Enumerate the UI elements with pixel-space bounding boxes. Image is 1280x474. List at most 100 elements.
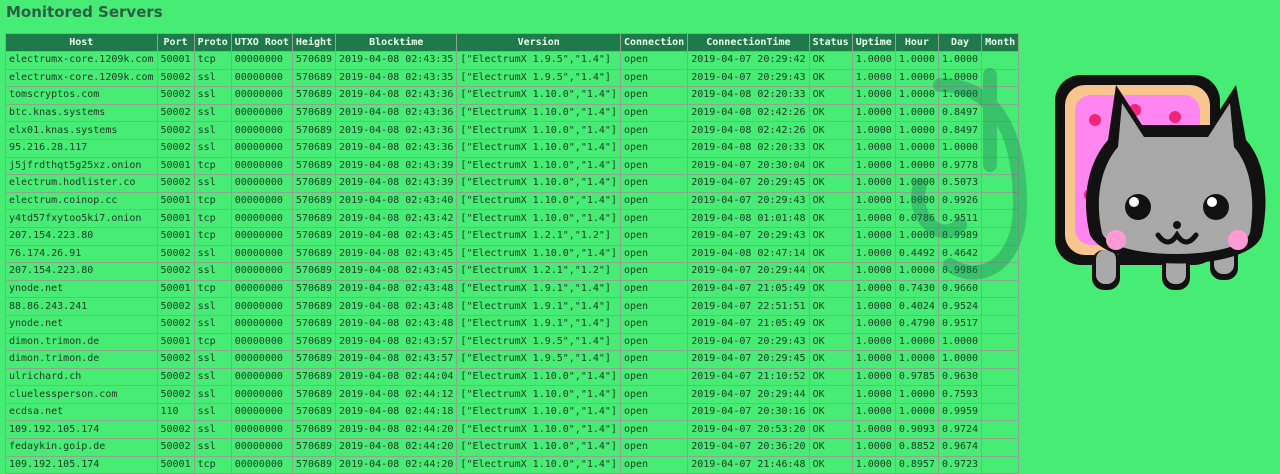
- cell-day: 0.7593: [937, 385, 983, 404]
- column-header-height[interactable]: Height: [291, 33, 337, 52]
- column-header-day[interactable]: Day: [937, 33, 983, 52]
- cell-connection: open: [619, 51, 689, 70]
- cell-blocktime: 2019-04-08 02:43:35: [335, 51, 458, 70]
- cell-port: 50002: [156, 367, 195, 387]
- cell-blocktime: 2019-04-08 02:43:36: [335, 86, 458, 105]
- column-header-uptime[interactable]: Uptime: [851, 33, 896, 52]
- cell-version: ["ElectrumX 1.10.0","1.4"]: [456, 420, 621, 440]
- cell-blocktime: 2019-04-08 02:43:35: [335, 68, 458, 88]
- cell-utxo-root: 00000000: [230, 209, 293, 228]
- cell-proto: ssl: [193, 174, 232, 193]
- cell-utxo-root: 00000000: [230, 174, 293, 193]
- cell-uptime: 1.0000: [851, 51, 896, 70]
- cell-uptime: 1.0000: [851, 350, 896, 369]
- cell-uptime: 1.0000: [851, 297, 896, 316]
- column-header-utxo-root[interactable]: UTXO Root: [230, 33, 293, 52]
- cell-status: OK: [808, 51, 853, 70]
- cell-blocktime: 2019-04-08 02:43:48: [335, 314, 458, 334]
- cell-host: 207.154.223.80: [5, 226, 158, 246]
- cell-utxo-root: 00000000: [230, 367, 293, 387]
- table-row: electrum.coinop.cc 50001 tcp 00000000 570689…: [5, 191, 1020, 211]
- cell-version: ["ElectrumX 1.9.1","1.4"]: [456, 297, 621, 316]
- column-header-status[interactable]: Status: [808, 33, 853, 52]
- cell-host: electrum.hodlister.co: [5, 174, 158, 193]
- cell-port: 50002: [156, 103, 195, 123]
- table-row: ulrichard.ch 50002 ssl 00000000 570689 2019-0…: [5, 367, 1020, 387]
- table-row: btc.knas.systems 50002 ssl 00000000 570689 20…: [5, 103, 1020, 123]
- cell-host: 109.192.105.174: [5, 420, 158, 440]
- cell-month: [981, 51, 1020, 70]
- column-header-month[interactable]: Month: [981, 33, 1020, 52]
- column-header-connectiontime[interactable]: ConnectionTime: [687, 33, 810, 52]
- cell-hour: 1.0000: [894, 51, 939, 70]
- column-header-connection[interactable]: Connection: [619, 33, 689, 52]
- cell-month: [981, 367, 1020, 387]
- cell-proto: tcp: [193, 156, 232, 176]
- cell-hour: 0.4492: [894, 244, 939, 264]
- cell-hour: 0.7430: [894, 279, 939, 299]
- cell-version: ["ElectrumX 1.9.5","1.4"]: [456, 350, 621, 369]
- cell-height: 570689: [291, 420, 337, 440]
- cell-host: elx01.knas.systems: [5, 121, 158, 140]
- cell-day: 1.0000: [937, 350, 983, 369]
- cell-port: 50002: [156, 121, 195, 140]
- cell-hour: 1.0000: [894, 350, 939, 369]
- cell-proto: ssl: [193, 438, 232, 457]
- cell-utxo-root: 00000000: [230, 455, 293, 474]
- cell-port: 50002: [156, 68, 195, 88]
- cell-connection: open: [619, 68, 689, 88]
- table-row: 88.86.243.241 50002 ssl 00000000 570689 2019-…: [5, 297, 1020, 316]
- cell-host: 207.154.223.80: [5, 262, 158, 281]
- cell-proto: tcp: [193, 191, 232, 211]
- cell-month: [981, 103, 1020, 123]
- cell-month: [981, 297, 1020, 316]
- cell-status: OK: [808, 297, 853, 316]
- cell-status: OK: [808, 262, 853, 281]
- cell-host: 95.216.28.117: [5, 138, 158, 158]
- column-header-blocktime[interactable]: Blocktime: [335, 33, 458, 52]
- cell-host: electrumx-core.1209k.com: [5, 68, 158, 88]
- cell-uptime: 1.0000: [851, 191, 896, 211]
- column-header-host[interactable]: Host: [5, 33, 158, 52]
- cell-day: 0.9778: [937, 156, 983, 176]
- cell-status: OK: [808, 86, 853, 105]
- cell-port: 50002: [156, 244, 195, 264]
- cell-version: ["ElectrumX 1.9.5","1.4"]: [456, 51, 621, 70]
- cell-day: 0.8497: [937, 103, 983, 123]
- column-header-port[interactable]: Port: [156, 33, 195, 52]
- cell-height: 570689: [291, 385, 337, 404]
- cell-port: 50001: [156, 279, 195, 299]
- cell-month: [981, 244, 1020, 264]
- cell-status: OK: [808, 314, 853, 334]
- cell-version: ["ElectrumX 1.10.0","1.4"]: [456, 244, 621, 264]
- cell-port: 50002: [156, 314, 195, 334]
- cell-proto: ssl: [193, 68, 232, 88]
- table-row: electrum.hodlister.co 50002 ssl 00000000 570…: [5, 174, 1020, 193]
- cell-hour: 1.0000: [894, 385, 939, 404]
- cell-connectiontime: 2019-04-07 20:53:20: [687, 420, 810, 440]
- cell-connectiontime: 2019-04-07 21:10:52: [687, 367, 810, 387]
- cell-uptime: 1.0000: [851, 244, 896, 264]
- cell-uptime: 1.0000: [851, 367, 896, 387]
- cell-version: ["ElectrumX 1.2.1","1.2"]: [456, 262, 621, 281]
- cell-port: 50002: [156, 262, 195, 281]
- cell-uptime: 1.0000: [851, 262, 896, 281]
- cell-host: 109.192.105.174: [5, 455, 158, 474]
- cell-day: 0.9724: [937, 420, 983, 440]
- cell-version: ["ElectrumX 1.9.5","1.4"]: [456, 68, 621, 88]
- cell-hour: 1.0000: [894, 86, 939, 105]
- cell-month: [981, 68, 1020, 88]
- cell-connection: open: [619, 350, 689, 369]
- cell-host: 88.86.243.241: [5, 297, 158, 316]
- cell-status: OK: [808, 174, 853, 193]
- cell-connectiontime: 2019-04-07 20:29:44: [687, 262, 810, 281]
- column-header-version[interactable]: Version: [456, 33, 621, 52]
- cell-connection: open: [619, 455, 689, 474]
- cell-utxo-root: 00000000: [230, 68, 293, 88]
- column-header-hour[interactable]: Hour: [894, 33, 939, 52]
- cell-connection: open: [619, 262, 689, 281]
- cell-host: 76.174.26.91: [5, 244, 158, 264]
- column-header-proto[interactable]: Proto: [193, 33, 232, 52]
- cell-status: OK: [808, 156, 853, 176]
- cell-host: btc.knas.systems: [5, 103, 158, 123]
